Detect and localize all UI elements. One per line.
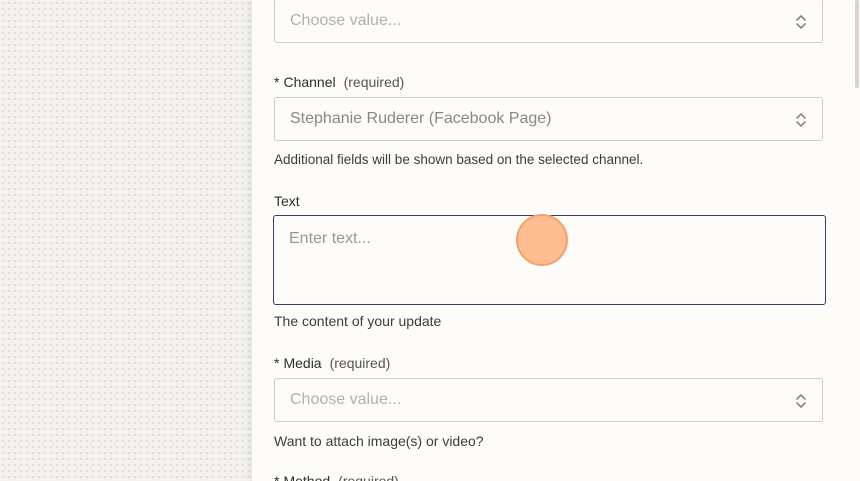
media-required-text: (required): [329, 355, 391, 371]
channel-label: * Channel (required): [274, 74, 404, 90]
media-label: * Media (required): [274, 355, 390, 371]
channel-select[interactable]: Stephanie Ruderer (Facebook Page): [274, 97, 823, 141]
media-help-text: Want to attach image(s) or video?: [274, 433, 484, 449]
text-input-placeholder: Enter text...: [289, 230, 371, 247]
text-help-text: The content of your update: [274, 313, 442, 329]
media-select-placeholder: Choose value...: [290, 391, 402, 408]
required-marker: *: [274, 74, 280, 90]
scrollbar[interactable]: [851, 0, 860, 481]
chevron-up-down-icon: [796, 113, 806, 127]
channel-label-text: Channel: [283, 74, 336, 90]
required-marker: *: [274, 473, 280, 481]
method-required-text: (required): [338, 473, 399, 481]
top-select[interactable]: Choose value...: [274, 0, 823, 43]
chevron-up-down-icon: [796, 394, 806, 408]
media-label-text: Media: [283, 355, 322, 371]
channel-help-text: Additional fields will be shown based on…: [274, 152, 644, 167]
method-label: * Method (required): [274, 473, 399, 481]
required-marker: *: [274, 355, 280, 371]
channel-select-value: Stephanie Ruderer (Facebook Page): [290, 110, 552, 127]
chevron-up-down-icon: [796, 15, 806, 29]
channel-required-text: (required): [343, 74, 405, 90]
media-select[interactable]: Choose value...: [274, 378, 823, 422]
scrollbar-thumb[interactable]: [855, 0, 859, 88]
text-label: Text: [274, 193, 300, 209]
top-select-placeholder: Choose value...: [290, 12, 402, 29]
click-indicator: [516, 214, 568, 266]
method-label-text: Method: [283, 473, 331, 481]
